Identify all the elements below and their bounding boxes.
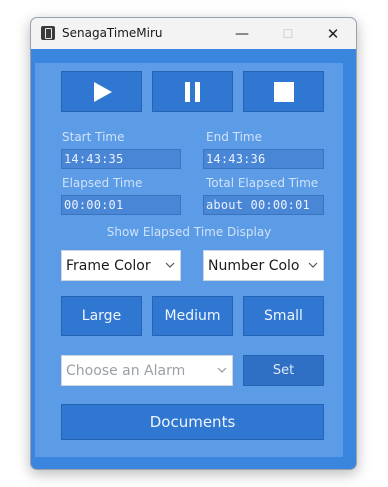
documents-button[interactable]: Documents (61, 404, 324, 440)
elapsed-time-field: 00:00:01 (61, 195, 181, 215)
end-time-field: 14:43:36 (203, 149, 324, 169)
play-icon (93, 81, 112, 102)
total-elapsed-time-label: Total Elapsed Time (206, 176, 319, 190)
display-heading: Show Elapsed Time Display (106, 225, 272, 239)
minimize-button[interactable]: — (219, 18, 265, 49)
number-color-select[interactable]: Number Colo (203, 250, 324, 281)
small-button[interactable]: Small (243, 296, 324, 336)
alarm-placeholder: Choose an Alarm (66, 362, 186, 379)
elapsed-time-label: Elapsed Time (62, 176, 143, 190)
set-alarm-button[interactable]: Set (243, 355, 324, 386)
pause-button[interactable] (152, 71, 233, 112)
maximize-button[interactable]: ☐ (265, 18, 311, 49)
play-button[interactable] (61, 71, 142, 112)
main-panel: Start Time 14:43:35 End Time 14:43:36 El… (35, 63, 343, 457)
medium-button[interactable]: Medium (152, 296, 233, 336)
chevron-down-icon (217, 367, 227, 373)
end-time-label: End Time (206, 130, 262, 144)
chevron-down-icon (165, 262, 175, 268)
close-button[interactable]: ✕ (310, 18, 356, 49)
alarm-select[interactable]: Choose an Alarm (61, 355, 233, 386)
large-button[interactable]: Large (61, 296, 142, 336)
chevron-down-icon (308, 262, 318, 268)
stop-button[interactable] (243, 71, 324, 112)
total-elapsed-time-field: about 00:00:01 (203, 195, 324, 215)
start-time-label: Start Time (62, 130, 125, 144)
pause-icon (184, 81, 200, 102)
app-window: SenagaTimeMiru — ☐ ✕ Start Time 14:43:35… (30, 17, 357, 470)
app-icon (41, 26, 55, 40)
title-bar[interactable]: SenagaTimeMiru — ☐ ✕ (31, 18, 356, 49)
frame-color-select[interactable]: Frame Color (61, 250, 181, 281)
stop-icon (273, 81, 294, 102)
window-title: SenagaTimeMiru (62, 26, 163, 40)
frame-color-value: Frame Color (66, 257, 151, 274)
number-color-value: Number Colo (208, 257, 300, 274)
start-time-field: 14:43:35 (61, 149, 181, 169)
